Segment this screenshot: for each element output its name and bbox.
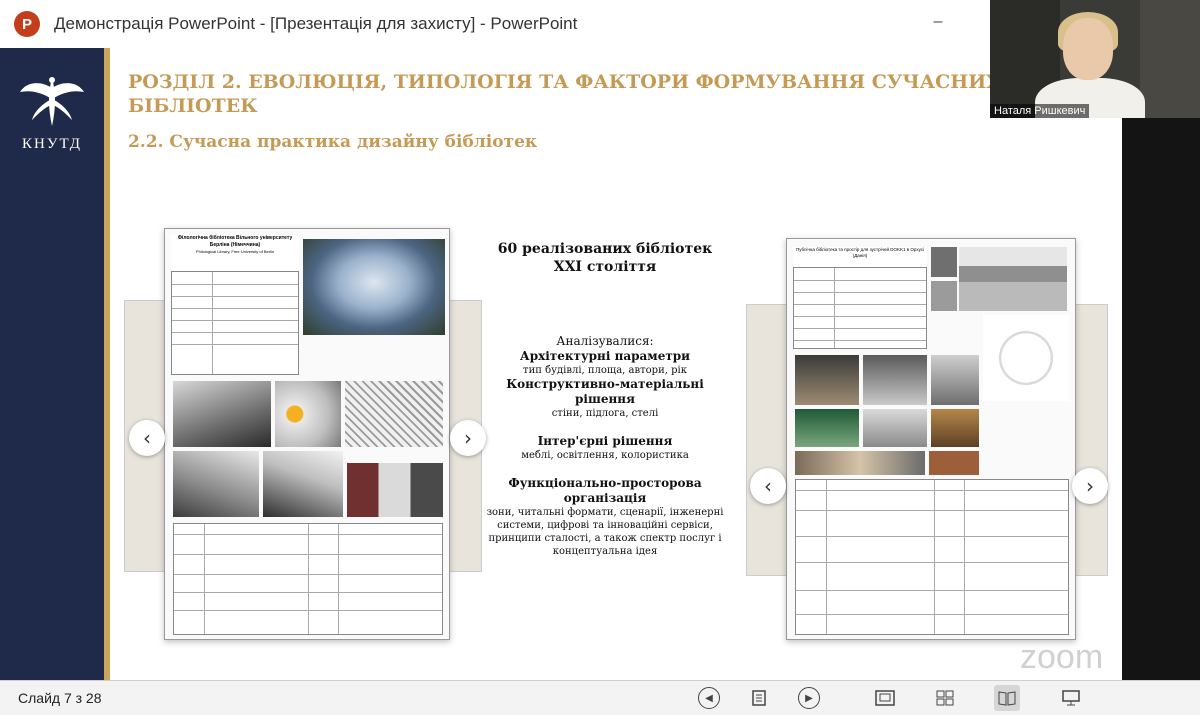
center-heading-construction: Конструктивно-матеріальні рішення — [506, 377, 704, 406]
normal-view-icon — [875, 690, 895, 706]
sidebar-accent-stripe — [104, 48, 110, 680]
webcam-video-tile: Наталя Ришкевич — [990, 0, 1200, 118]
right-card-photo-interior-3 — [931, 355, 979, 405]
prev-arrow-icon: ◀ — [698, 687, 720, 709]
right-card-photo-interior-8 — [929, 451, 979, 475]
slideshow-button[interactable] — [1058, 685, 1084, 711]
left-carousel-prev-button[interactable]: ‹ — [129, 420, 165, 456]
slide-sorter-icon — [936, 690, 954, 706]
center-heading-interior: Інтер'єрні рішення — [537, 434, 673, 448]
right-library-card: Публічна бібліотека та простір для зустр… — [786, 238, 1076, 640]
status-bar: Слайд 7 з 28 ◀ ▶ — [0, 680, 1200, 715]
webcam-participant-name: Наталя Ришкевич — [990, 104, 1090, 118]
reading-view-button[interactable] — [994, 685, 1020, 711]
center-sub-functional: зони, читальні формати, сценарії, інжене… — [486, 507, 724, 557]
center-analyzed-label: Аналізувалися: — [556, 334, 654, 348]
slide-center-text: 60 реалізованих бібліотек XXI століття А… — [470, 240, 740, 558]
webcam-person-face — [1063, 18, 1113, 80]
slide-canvas: КНУТД РОЗДІЛ 2. ЕВОЛЮЦІЯ, ТИПОЛОГІЯ ТА Ф… — [0, 48, 1122, 680]
left-library-card: Філологічна бібліотека Вільного універси… — [164, 228, 450, 640]
right-card-photo-small-1 — [931, 247, 957, 277]
left-card-header: Філологічна бібліотека Вільного універси… — [171, 235, 299, 271]
zoom-watermark: zoom — [1020, 638, 1104, 676]
slide-subheading: 2.2. Сучасна практика дизайну бібліотек — [128, 132, 538, 152]
slide-sorter-button[interactable] — [932, 685, 958, 711]
right-card-photo-interior-1 — [795, 355, 859, 405]
left-card-photo-interior-4 — [263, 451, 343, 517]
title-bar: P Демонстрація PowerPoint - [Презентація… — [0, 0, 990, 48]
right-card-photo-building — [959, 247, 1067, 311]
right-carousel-next-button[interactable]: › — [1072, 468, 1108, 504]
center-sub-construction: стіни, підлога, стелі — [551, 408, 659, 419]
right-card-photo-interior-5 — [863, 409, 927, 447]
right-card-analysis-table — [795, 479, 1069, 635]
left-card-photo-interior-3 — [173, 451, 259, 517]
right-card-title: Публічна бібліотека та простір для зустр… — [795, 247, 925, 258]
center-heading-architecture: Архітектурні параметри — [519, 349, 691, 363]
powerpoint-app-icon[interactable]: P — [14, 11, 40, 37]
left-card-title: Філологічна бібліотека Вільного універси… — [177, 235, 293, 248]
right-card-info-table — [793, 267, 927, 349]
prev-slide-button[interactable]: ◀ — [696, 685, 722, 711]
left-card-analysis-table — [173, 523, 443, 635]
knutd-logo-icon — [20, 77, 84, 126]
next-arrow-icon: ▶ — [798, 687, 820, 709]
right-card-header: Публічна бібліотека та простір для зустр… — [793, 247, 927, 267]
slide-sidebar: КНУТД — [0, 48, 104, 680]
left-card-info-table — [171, 271, 299, 375]
left-card-photo-interior-2 — [275, 381, 341, 447]
center-sub-architecture: тип будівлі, площа, автори, рік — [523, 365, 687, 376]
left-card-subtitle: Philological Library, Free University of… — [195, 249, 275, 254]
center-heading-functional: Функціонально-просторова організація — [508, 476, 702, 505]
right-card-photo-interior-6 — [931, 409, 979, 447]
slide-heading: РОЗДІЛ 2. ЕВОЛЮЦІЯ, ТИПОЛОГІЯ ТА ФАКТОРИ… — [128, 71, 1001, 117]
powerpoint-window: P Демонстрація PowerPoint - [Презентація… — [0, 0, 1200, 715]
notes-button[interactable] — [746, 685, 772, 711]
reading-view-icon — [998, 691, 1016, 706]
center-title-line1: 60 реалізованих бібліотек — [497, 241, 713, 257]
left-card-photo-facade — [345, 381, 443, 447]
normal-view-button[interactable] — [872, 685, 898, 711]
slide-counter: Слайд 7 з 28 — [18, 690, 102, 706]
right-carousel-prev-button[interactable]: ‹ — [750, 468, 786, 504]
logo-text: КНУТД — [22, 136, 82, 152]
right-card-photo-small-2 — [931, 281, 957, 311]
left-card-photo-detail — [347, 463, 443, 517]
window-title: Демонстрація PowerPoint - [Презентація д… — [54, 14, 578, 33]
right-card-photo-interior-4 — [795, 409, 859, 447]
notes-icon — [752, 690, 766, 706]
center-title-line2: XXI століття — [553, 259, 657, 275]
right-card-photo-plan — [983, 315, 1069, 401]
left-card-photo-dome — [303, 239, 445, 335]
left-card-photo-interior-1 — [173, 381, 271, 447]
minimize-button[interactable]: – — [928, 12, 948, 32]
right-card-photo-interior-2 — [863, 355, 927, 405]
center-sub-interior: меблі, освітлення, колористика — [521, 450, 689, 461]
right-card-photo-interior-7 — [795, 451, 925, 475]
next-slide-button[interactable]: ▶ — [796, 685, 822, 711]
right-dark-margin — [1122, 118, 1200, 680]
slideshow-icon — [1062, 690, 1080, 706]
